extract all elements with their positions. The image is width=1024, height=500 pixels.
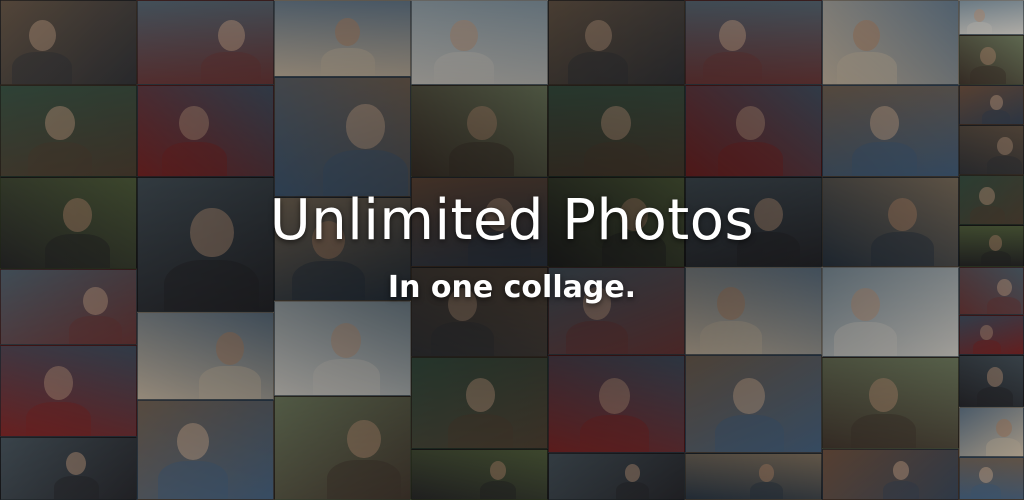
subheadline: In one collage. bbox=[387, 270, 637, 305]
promo-banner: Unlimited Photos In one collage. bbox=[0, 0, 1024, 500]
headline: Unlimited Photos bbox=[269, 188, 755, 253]
